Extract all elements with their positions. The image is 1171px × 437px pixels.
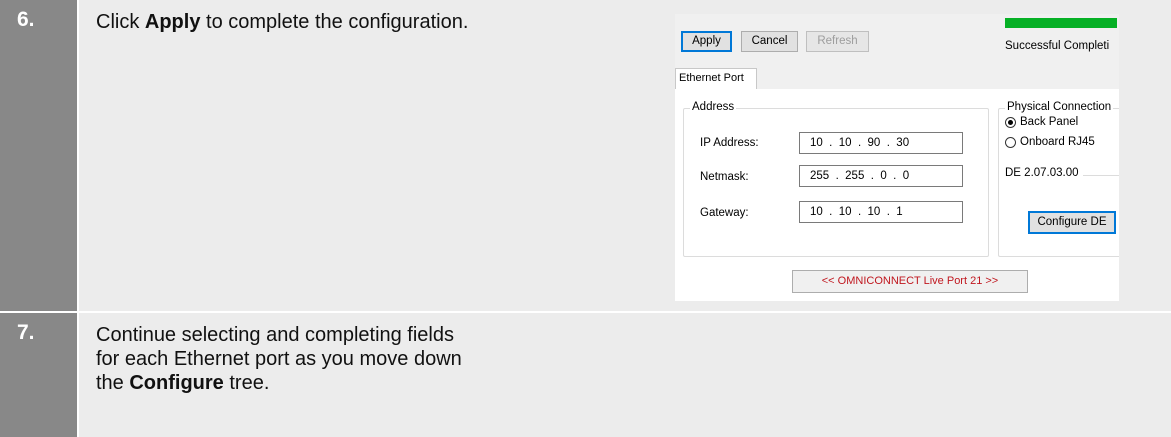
ethernet-port-page: Address IP Address: 10 . 10 . 90 . 30 Ne… (675, 89, 1119, 301)
step-body: Click Apply to complete the configuratio… (79, 0, 1171, 311)
netmask-label: Netmask: (700, 171, 749, 183)
address-group: Address IP Address: 10 . 10 . 90 . 30 Ne… (683, 101, 989, 257)
physical-connection-title: Physical Connection (1005, 101, 1114, 113)
live-port-indicator: << OMNICONNECT Live Port 21 >> (792, 270, 1028, 293)
radio-selected-icon (1005, 116, 1016, 128)
apply-keyword: Apply (144, 11, 201, 33)
step-7-line-3: the Configure tree. (96, 372, 270, 394)
step-6-row: 6. Click Apply to complete the configura… (0, 0, 1171, 311)
tab-ethernet-port[interactable]: Ethernet Port (675, 68, 757, 89)
configure-keyword: Configure (129, 372, 224, 394)
step-body: Continue selecting and completing fields… (79, 313, 1171, 437)
refresh-button[interactable]: Refresh (806, 31, 869, 52)
step-number: 7. (0, 313, 77, 437)
gateway-label: Gateway: (700, 207, 749, 219)
step-6-instruction: Click Apply to complete the configuratio… (96, 11, 469, 33)
onboard-rj45-label: Onboard RJ45 (1020, 136, 1095, 148)
version-separator (1083, 175, 1119, 176)
radio-unselected-icon (1005, 136, 1016, 148)
ip-address-field[interactable]: 10 . 10 . 90 . 30 (799, 132, 963, 154)
address-group-title: Address (690, 101, 737, 113)
gateway-field[interactable]: 10 . 10 . 10 . 1 (799, 201, 963, 223)
cancel-button[interactable]: Cancel (741, 31, 798, 52)
apply-button[interactable]: Apply (681, 31, 732, 52)
de-version-label: DE 2.07.03.00 (1005, 167, 1082, 179)
ip-address-label: IP Address: (700, 137, 759, 149)
netmask-field[interactable]: 255 . 255 . 0 . 0 (799, 165, 963, 187)
step-7-row: 7. Continue selecting and completing fie… (0, 313, 1171, 437)
progress-bar (1005, 18, 1117, 28)
step-7-line-2: for each Ethernet port as you move down (96, 348, 462, 370)
radio-onboard-rj45[interactable]: Onboard RJ45 (1005, 136, 1095, 148)
physical-connection-group: Physical Connection Back Panel Onboard R… (998, 101, 1119, 257)
back-panel-label: Back Panel (1020, 116, 1079, 128)
configure-de-button[interactable]: Configure DE (1028, 211, 1116, 234)
config-dialog-screenshot: Apply Cancel Refresh Successful Completi… (675, 14, 1119, 301)
step-7-line-1: Continue selecting and completing fields (96, 324, 454, 346)
step-7-instruction: Continue selecting and completing fields… (96, 323, 462, 395)
radio-back-panel[interactable]: Back Panel (1005, 116, 1078, 128)
status-text: Successful Completi (1005, 40, 1110, 52)
step-number: 6. (0, 0, 77, 311)
